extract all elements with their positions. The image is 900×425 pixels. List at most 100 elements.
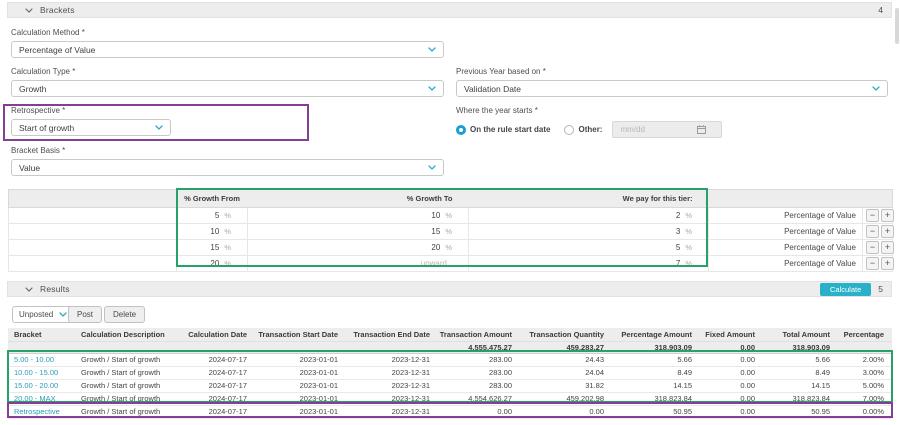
results-cell: 2023-01-01	[255, 366, 346, 379]
results-cell: 50.95	[612, 405, 700, 418]
bracket-link[interactable]: Retrospective	[8, 405, 75, 418]
where-year-starts-label: Where the year starts *	[456, 106, 888, 115]
growth-to-input[interactable]: 15%	[248, 224, 469, 240]
bracket-link[interactable]: 15.00 - 20.00	[8, 379, 75, 392]
results-column-header[interactable]: Percentage	[838, 328, 892, 341]
percent-unit: %	[224, 259, 231, 268]
growth-to-input[interactable]: 20%	[248, 240, 469, 256]
results-cell: 2024-07-17	[180, 366, 255, 379]
remove-tier-button[interactable]: −	[866, 241, 879, 254]
chevron-down-icon	[25, 287, 33, 292]
tier-row-actions: −+	[863, 224, 893, 240]
results-cell: 4,554,626.27	[438, 392, 520, 405]
results-column-header[interactable]: Total Amount	[763, 328, 838, 341]
remove-tier-button[interactable]: −	[866, 257, 879, 270]
tiers-header-empty	[9, 190, 177, 208]
delete-button[interactable]: Delete	[104, 306, 145, 323]
pay-tier-header: We pay for this tier:	[469, 190, 709, 208]
results-total-cell: 318,903.09	[763, 341, 838, 353]
bracket-basis-select[interactable]: Value	[11, 159, 444, 176]
percent-unit: %	[224, 227, 231, 236]
bracket-link[interactable]: 20.00 - MAX	[8, 392, 75, 405]
post-button[interactable]: Post	[68, 306, 102, 323]
results-cell: Growth / Start of growth	[75, 379, 180, 392]
tier-row: 10% 15% 3% Percentage of Value −+	[9, 224, 893, 240]
remove-tier-button[interactable]: −	[866, 225, 879, 238]
results-cell: 283.00	[438, 379, 520, 392]
pay-tier-input[interactable]: 5%	[469, 240, 709, 256]
retrospective-select[interactable]: Start of growth	[11, 119, 171, 136]
results-total-cell	[8, 341, 75, 353]
results-cell: 7.00%	[838, 392, 892, 405]
calendar-icon	[697, 125, 706, 134]
results-section-header[interactable]: Results Calculate 5	[7, 281, 892, 297]
field-calculation-type: Calculation Type * Growth	[11, 67, 444, 97]
chevron-down-icon	[428, 165, 436, 170]
results-total-cell	[255, 341, 346, 353]
growth-from-input[interactable]: 10%	[177, 224, 248, 240]
chevron-down-icon	[872, 86, 880, 91]
add-tier-button[interactable]: +	[881, 209, 894, 222]
add-tier-button[interactable]: +	[881, 257, 894, 270]
growth-to-input[interactable]: upward	[248, 256, 469, 272]
results-cell: Growth / Start of growth	[75, 353, 180, 366]
calculation-type-select[interactable]: Growth	[11, 80, 444, 97]
results-column-header[interactable]: Transaction Amount	[438, 328, 520, 341]
calculation-method-select[interactable]: Percentage of Value	[11, 41, 444, 58]
bracket-link[interactable]: 5.00 - 10.00	[8, 353, 75, 366]
pay-tier-input[interactable]: 7%	[469, 256, 709, 272]
radio-on-rule-start-date[interactable]	[456, 125, 466, 135]
results-cell: 14.15	[612, 379, 700, 392]
brackets-count-badge: 4	[878, 5, 883, 15]
results-column-header[interactable]: Calculation Description	[75, 328, 180, 341]
calculate-button[interactable]: Calculate	[820, 283, 871, 296]
results-cell: 50.95	[763, 405, 838, 418]
add-tier-button[interactable]: +	[881, 225, 894, 238]
radio-other[interactable]	[564, 125, 574, 135]
status-filter-value: Unposted	[19, 310, 53, 319]
percent-unit: %	[445, 243, 452, 252]
previous-year-label: Previous Year based on *	[456, 67, 888, 76]
growth-from-input[interactable]: 15%	[177, 240, 248, 256]
results-cell: 0.00	[700, 366, 763, 379]
results-row: 15.00 - 20.00Growth / Start of growth202…	[8, 379, 892, 392]
results-column-header[interactable]: Transaction End Date	[346, 328, 438, 341]
results-column-header[interactable]: Calculation Date	[180, 328, 255, 341]
results-column-header[interactable]: Transaction Start Date	[255, 328, 346, 341]
results-totals-row: 4,555,475.27459,283.27318,903.090.00318,…	[8, 341, 892, 353]
results-cell: 8.49	[612, 366, 700, 379]
results-cell: 0.00%	[838, 405, 892, 418]
growth-to-input[interactable]: 10%	[248, 208, 469, 224]
chevron-down-icon	[155, 125, 163, 130]
results-column-header[interactable]: Transaction Quantity	[520, 328, 612, 341]
results-row: 10.00 - 15.00Growth / Start of growth202…	[8, 366, 892, 379]
results-cell: 283.00	[438, 366, 520, 379]
results-cell: 2023-01-01	[255, 353, 346, 366]
brackets-section-header[interactable]: Brackets 4	[7, 2, 892, 18]
results-cell: 318,823.84	[763, 392, 838, 405]
results-total-cell: 459,283.27	[520, 341, 612, 353]
bracket-link[interactable]: 10.00 - 15.00	[8, 366, 75, 379]
pay-tier-input[interactable]: 3%	[469, 224, 709, 240]
add-tier-button[interactable]: +	[881, 241, 894, 254]
results-column-header[interactable]: Fixed Amount	[700, 328, 763, 341]
growth-from-input[interactable]: 5%	[177, 208, 248, 224]
results-column-header[interactable]: Percentage Amount	[612, 328, 700, 341]
retrospective-label: Retrospective *	[11, 106, 171, 115]
results-table: BracketCalculation DescriptionCalculatio…	[8, 328, 892, 419]
field-retrospective: Retrospective * Start of growth	[11, 106, 171, 136]
previous-year-select[interactable]: Validation Date	[456, 80, 888, 97]
pay-tier-input[interactable]: 2%	[469, 208, 709, 224]
growth-from-input[interactable]: 20%	[177, 256, 248, 272]
chevron-down-icon	[25, 8, 33, 13]
scrollbar[interactable]	[895, 8, 899, 44]
status-filter-select[interactable]: Unposted	[12, 306, 74, 323]
tier-row-actions: −+	[863, 208, 893, 224]
tier-method-cell: Percentage of Value	[709, 208, 863, 224]
results-column-header[interactable]: Bracket	[8, 328, 75, 341]
radio-other-label: Other:	[578, 125, 602, 134]
results-cell: 459,202.98	[520, 392, 612, 405]
results-cell: 8.49	[763, 366, 838, 379]
where-year-starts-options: On the rule start date Other: mm/dd	[456, 121, 888, 138]
remove-tier-button[interactable]: −	[866, 209, 879, 222]
